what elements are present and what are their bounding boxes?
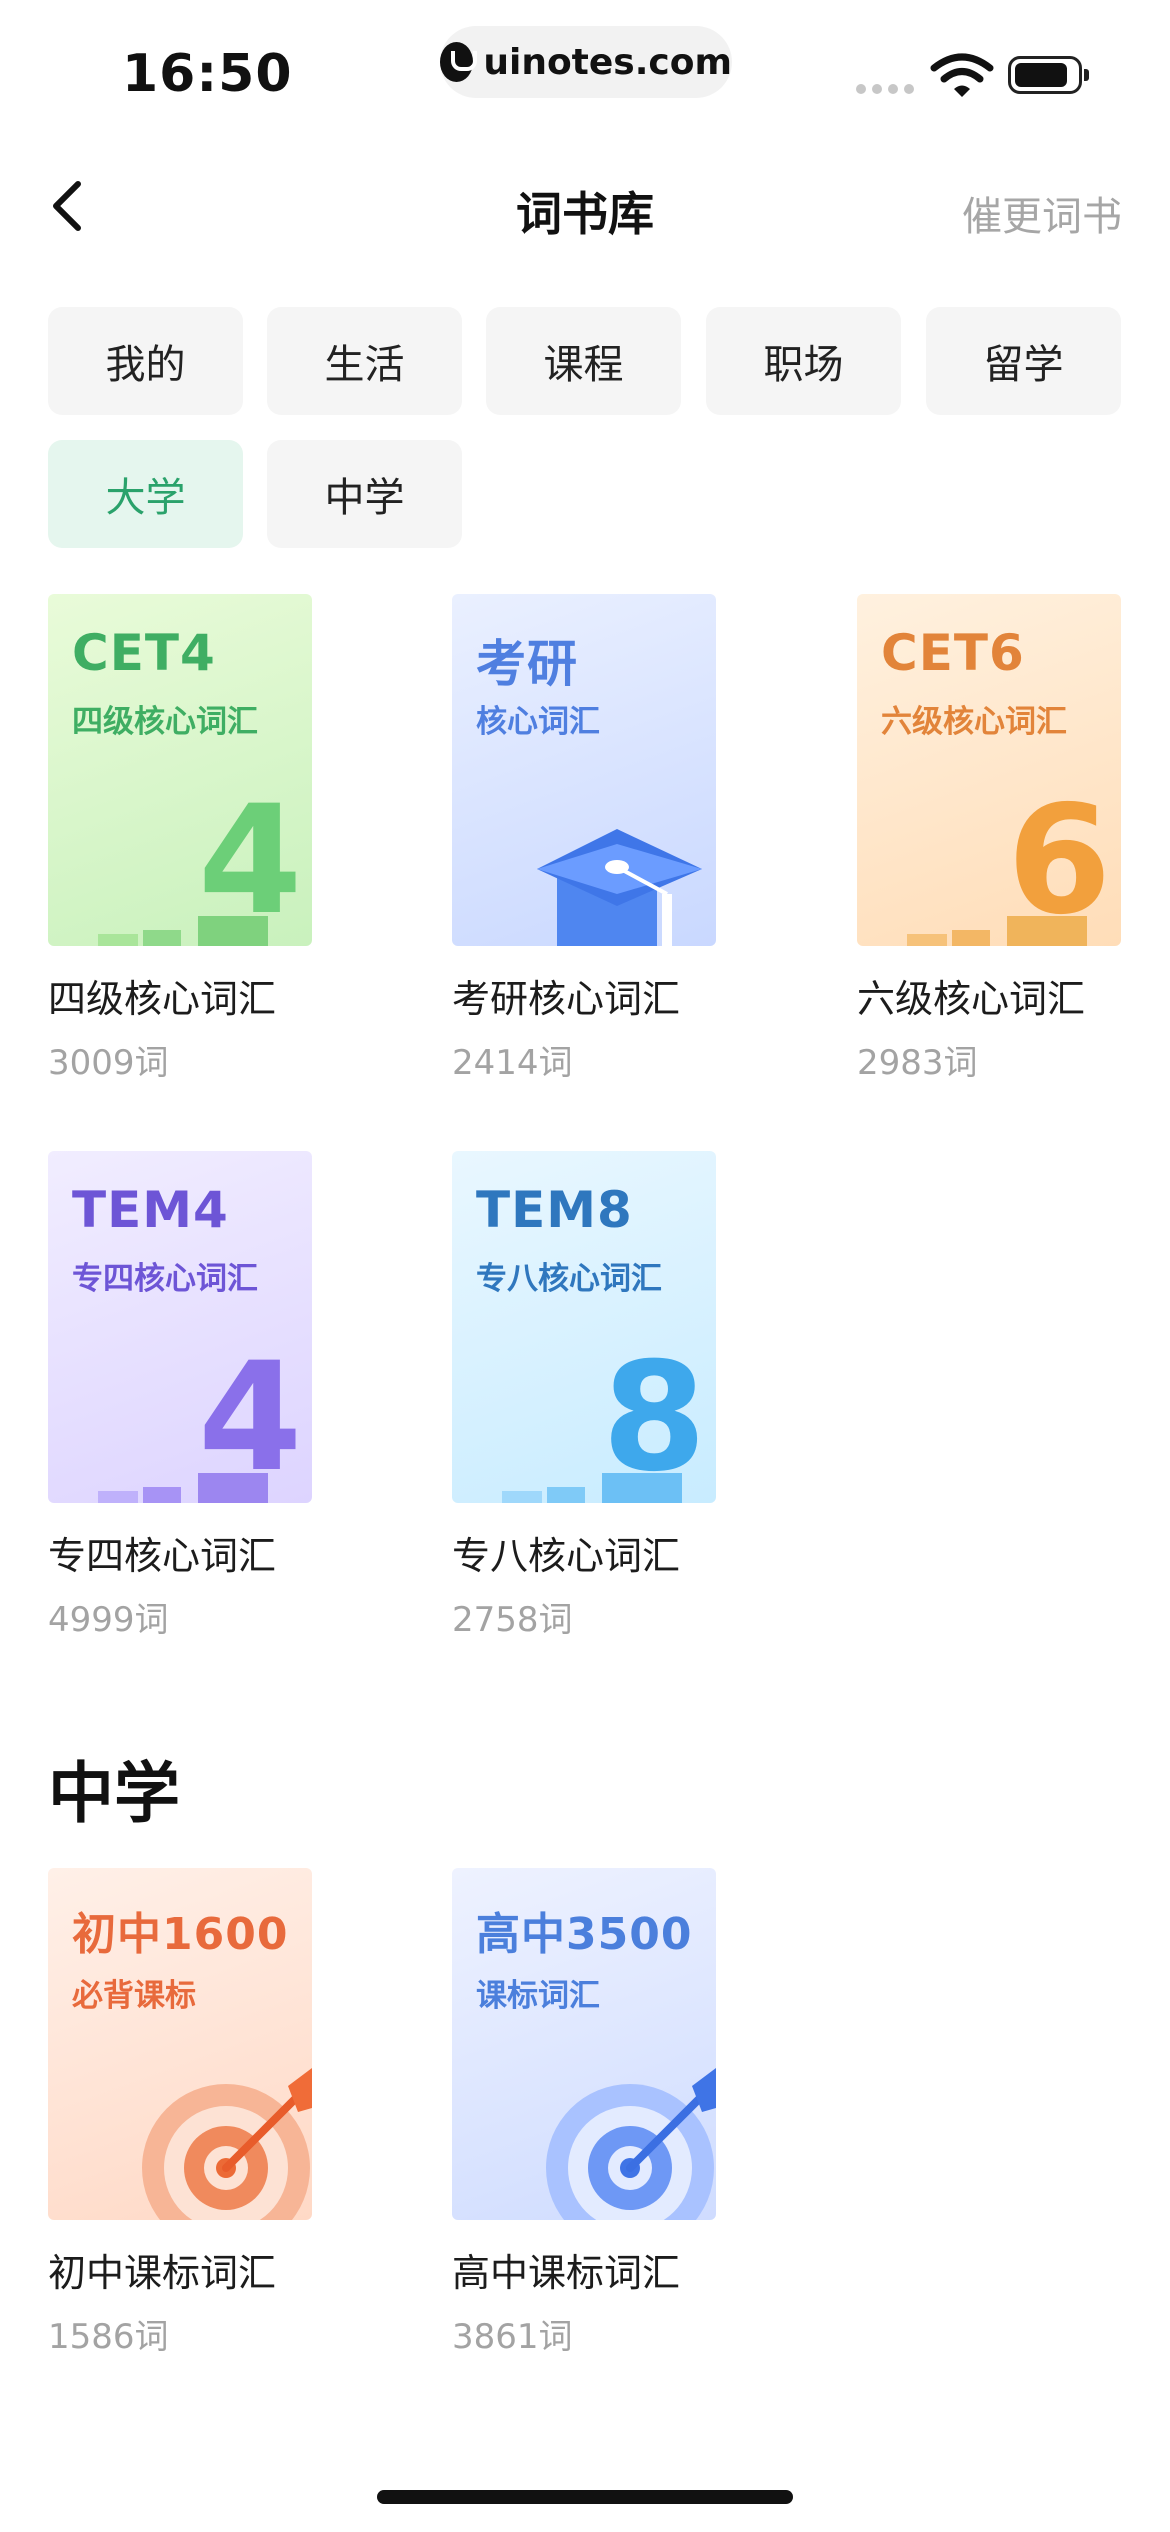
number-8-podium-icon: 8 (502, 1331, 706, 1503)
book-cover: 考研 核心词汇 (452, 594, 716, 946)
number-4-podium-icon: 4 (98, 774, 302, 946)
book-name: 初中课标词汇 (48, 2251, 277, 2295)
url-pill[interactable]: uinotes.com (440, 26, 732, 98)
book-word-count: 1586词 (48, 2317, 169, 2357)
book-name: 高中课标词汇 (452, 2251, 681, 2295)
svg-text:6: 6 (1007, 774, 1111, 946)
book-name: 六级核心词汇 (857, 977, 1086, 1021)
book-card-cet4[interactable]: CET4 四级核心词汇 4 四级核心词汇 3009词 (48, 594, 312, 1084)
book-cover: CET4 四级核心词汇 4 (48, 594, 312, 946)
book-name: 专八核心词汇 (452, 1534, 681, 1578)
tab-study-abroad[interactable]: 留学 (926, 307, 1121, 415)
tab-course[interactable]: 课程 (486, 307, 681, 415)
request-books-link[interactable]: 催更词书 (962, 184, 1122, 242)
book-cover: TEM8 专八核心词汇 8 (452, 1151, 716, 1503)
svg-text:8: 8 (602, 1331, 706, 1503)
book-word-count: 3009词 (48, 1043, 169, 1083)
book-word-count: 2758词 (452, 1600, 573, 1640)
book-card-senior-high[interactable]: 高中3500 课标词汇 高中课标词汇 3861词 (452, 1868, 716, 2358)
section-title-middle-school: 中学 (48, 1755, 180, 1832)
cellular-signal-icon (856, 84, 914, 94)
book-name: 考研核心词汇 (452, 977, 681, 1021)
home-indicator[interactable] (377, 2490, 793, 2504)
site-logo-icon (440, 42, 478, 82)
tab-workplace[interactable]: 职场 (706, 307, 901, 415)
book-cover: 初中1600 必背课标 (48, 1868, 312, 2220)
book-word-count: 2414词 (452, 1043, 573, 1083)
book-card-tem8[interactable]: TEM8 专八核心词汇 8 专八核心词汇 2758词 (452, 1151, 716, 1641)
book-card-cet6[interactable]: CET6 六级核心词汇 6 六级核心词汇 2983词 (857, 594, 1121, 1084)
book-cover: 高中3500 课标词汇 (452, 1868, 716, 2220)
tab-mine[interactable]: 我的 (48, 307, 243, 415)
book-name: 专四核心词汇 (48, 1534, 277, 1578)
book-word-count: 2983词 (857, 1043, 978, 1083)
book-word-count: 3861词 (452, 2317, 573, 2357)
status-time: 16:50 (122, 44, 293, 104)
book-card-kaoyan[interactable]: 考研 核心词汇 考研核心词汇 2414词 (452, 594, 716, 1084)
book-cover: CET6 六级核心词汇 6 (857, 594, 1121, 946)
book-word-count: 4999词 (48, 1600, 169, 1640)
tab-university[interactable]: 大学 (48, 440, 243, 548)
tab-middle-school[interactable]: 中学 (267, 440, 462, 548)
graduation-cap-icon (537, 829, 702, 946)
tab-life[interactable]: 生活 (267, 307, 462, 415)
number-6-podium-icon: 6 (907, 774, 1111, 946)
book-card-tem4[interactable]: TEM4 专四核心词汇 4 专四核心词汇 4999词 (48, 1151, 312, 1641)
target-icon (142, 2068, 312, 2220)
number-4-podium-icon: 4 (98, 1331, 302, 1503)
book-card-junior-high[interactable]: 初中1600 必背课标 初中课标词汇 1586词 (48, 1868, 312, 2358)
battery-icon (1008, 56, 1089, 94)
book-cover: TEM4 专四核心词汇 4 (48, 1151, 312, 1503)
book-name: 四级核心词汇 (48, 977, 277, 1021)
target-icon (546, 2068, 716, 2220)
url-text: uinotes.com (483, 41, 732, 83)
svg-text:4: 4 (198, 774, 302, 946)
svg-text:4: 4 (198, 1331, 302, 1503)
wifi-icon (930, 53, 994, 97)
